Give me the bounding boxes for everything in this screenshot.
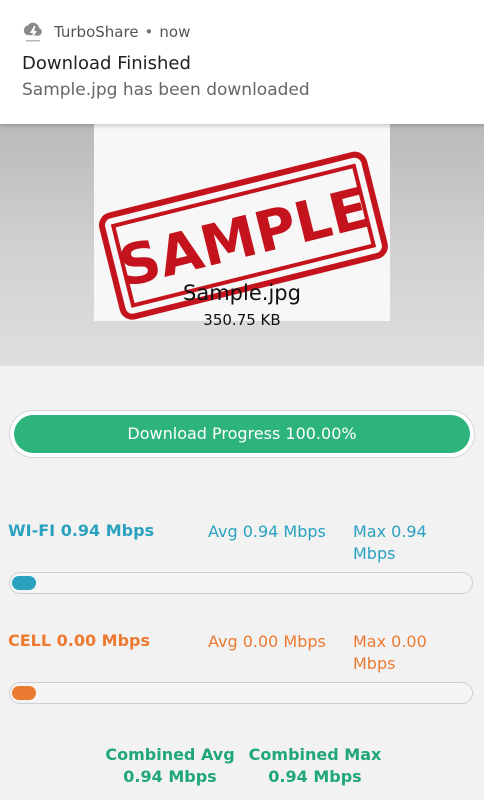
turboshare-app-icon	[22, 21, 44, 43]
combined-average-label: Combined Avg	[105, 745, 235, 764]
cell-speed-bar	[9, 682, 473, 704]
combined-average-value: 0.94 Mbps	[123, 767, 217, 786]
cell-maximum: Max 0.00 Mbps	[353, 632, 427, 673]
download-progress-button[interactable]: Download Progress 100.00%	[10, 411, 474, 457]
cell-average: Avg 0.00 Mbps	[208, 632, 326, 651]
notification-title: Download Finished	[22, 53, 191, 74]
wifi-speed-bar	[9, 572, 473, 594]
header-separator: •	[144, 23, 154, 41]
wifi-average: Avg 0.94 Mbps	[208, 522, 326, 541]
combined-average: Combined Avg 0.94 Mbps	[95, 744, 245, 788]
wifi-speed: WI-FI 0.94 Mbps	[8, 521, 155, 540]
download-notification[interactable]: TurboShare • now Download Finished Sampl…	[0, 0, 484, 124]
combined-maximum-label: Combined Max	[248, 745, 382, 764]
cell-speed-bar-fill	[12, 686, 36, 700]
notification-time: now	[159, 23, 191, 41]
cell-speed: CELL 0.00 Mbps	[8, 631, 151, 650]
file-size: 350.75 KB	[203, 311, 281, 329]
notification-body: Sample.jpg has been downloaded	[22, 80, 310, 100]
combined-maximum-value: 0.94 Mbps	[268, 767, 362, 786]
combined-maximum: Combined Max 0.94 Mbps	[240, 744, 390, 788]
file-name: Sample.jpg	[183, 281, 301, 305]
wifi-speed-bar-fill	[12, 576, 36, 590]
notification-header: TurboShare • now	[22, 20, 190, 44]
app-name: TurboShare	[54, 23, 139, 41]
wifi-maximum: Max 0.94 Mbps	[353, 522, 427, 563]
download-progress-label: Download Progress 100.00%	[127, 424, 357, 443]
